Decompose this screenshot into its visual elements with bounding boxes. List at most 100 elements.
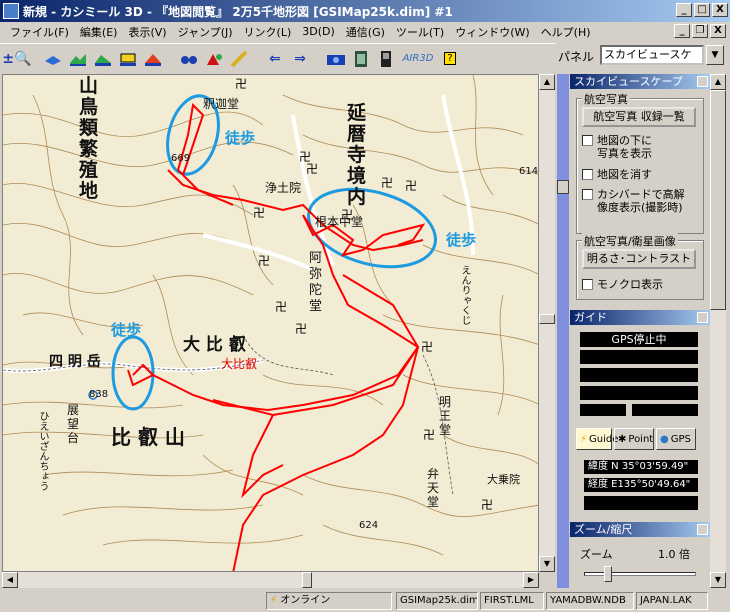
tab-point[interactable]: ✱ Point [614, 428, 654, 450]
vertical-scroll-thumb[interactable] [539, 314, 555, 324]
child-restore-button[interactable]: ❐ [692, 24, 708, 38]
tab-guide[interactable]: ⚡ Guide [576, 428, 618, 450]
map-view[interactable]: 卍 卍 卍 卍 卍 卍 卍 卍 卍 卍 卍 卍 卍 山鳥類繁殖地 延暦寺境内 釈… [2, 74, 539, 572]
menu-bar: ファイル(F) 編集(E) 表示(V) ジャンプ(J) リンク(L) 3D(D)… [0, 22, 730, 41]
forward-arrow-icon[interactable]: ⇒ [289, 48, 311, 70]
panel-splitter[interactable] [557, 74, 569, 588]
guide-display-2 [580, 368, 698, 382]
menu-view[interactable]: 表示(V) [124, 24, 173, 40]
back-arrow-icon[interactable]: ⇐ [264, 48, 286, 70]
svg-text:卍: 卍 [405, 179, 417, 193]
landmark-icon[interactable] [203, 48, 225, 70]
walking-label-2: 徒歩 [446, 231, 477, 249]
map-label-hieizan-hiragana: ひえいざんちょう [37, 411, 48, 491]
svg-text:卍: 卍 [481, 498, 493, 512]
child-minimize-button[interactable]: _ [674, 24, 690, 38]
checkbox-under-map[interactable] [582, 135, 593, 146]
check-under-map[interactable]: 地図の下に 写真を表示 [582, 134, 652, 160]
child-close-button[interactable]: X [710, 24, 726, 38]
checkbox-hide-map[interactable] [582, 169, 593, 180]
status-map-file: GSIMap25k.dim [396, 592, 478, 610]
scroll-down-icon[interactable]: ▼ [710, 572, 726, 588]
menu-3d[interactable]: 3D(D) [298, 25, 342, 38]
binoculars-icon[interactable] [178, 48, 200, 70]
panel-scrollbar[interactable]: ▲ ▼ [710, 74, 726, 588]
terrain-b-icon[interactable] [117, 48, 139, 70]
zoom-slider-thumb[interactable] [604, 566, 612, 582]
check-monochrome[interactable]: モノクロ表示 [582, 278, 663, 291]
aerial-group-title: 航空写真 [582, 91, 630, 107]
status-ndb-file: YAMADBW.NDB [546, 592, 634, 610]
menu-window[interactable]: ウィンドウ(W) [451, 24, 536, 40]
zoom-icon[interactable]: ±🔍 [2, 48, 31, 70]
check-hide-map[interactable]: 地図を消す [582, 168, 652, 181]
svg-text:卍: 卍 [253, 206, 265, 220]
map-label-shakado: 釈迦堂 [203, 97, 240, 111]
map-label-shimeigatake: 四 明 岳 [49, 354, 101, 370]
elevation-669: 669 [171, 153, 191, 164]
layer-icon[interactable] [42, 48, 64, 70]
menu-edit[interactable]: 編集(E) [76, 24, 125, 40]
coord-display-extra [584, 496, 698, 510]
chevron-down-icon[interactable]: ▼ [706, 45, 724, 65]
guide-header: ガイド [570, 310, 710, 325]
checkbox-kashibird[interactable] [582, 189, 593, 200]
tab-gps[interactable]: ● GPS [656, 428, 696, 450]
film-icon[interactable] [350, 48, 372, 70]
panel-select[interactable]: スカイビュースケ [600, 45, 704, 65]
sky-logo-icon: AIR3D [402, 53, 434, 64]
svg-text:卍: 卍 [306, 162, 318, 176]
collapse-icon[interactable] [697, 524, 708, 535]
panel-scroll-thumb[interactable] [710, 90, 726, 310]
scroll-down-icon[interactable]: ▼ [539, 556, 555, 572]
minimize-button[interactable]: _ [676, 3, 692, 17]
terrain-a-icon[interactable] [92, 48, 114, 70]
collapse-icon[interactable] [697, 312, 708, 323]
map-horizontal-scrollbar[interactable]: ◀ ▶ [2, 572, 539, 588]
maximize-button[interactable]: □ [694, 3, 710, 17]
zoom-value: 1.0 倍 [658, 548, 690, 561]
ruler-icon[interactable] [228, 48, 250, 70]
svg-text:卍: 卍 [423, 428, 435, 442]
close-button[interactable]: X [712, 3, 728, 17]
app-icon [3, 3, 19, 19]
walking-label-1: 徒歩 [225, 129, 256, 147]
splitter-handle[interactable] [557, 180, 569, 194]
scroll-left-icon[interactable]: ◀ [2, 572, 18, 588]
checkbox-monochrome[interactable] [582, 279, 593, 290]
horizontal-scroll-thumb[interactable] [302, 572, 312, 588]
elevation-624: 624 [359, 520, 379, 531]
menu-help[interactable]: ヘルプ(H) [537, 24, 598, 40]
status-online: ⚡ オンライン [266, 592, 392, 610]
camera-icon[interactable] [325, 48, 347, 70]
skyview-header: スカイビュースケープ [570, 74, 710, 89]
side-panel: スカイビュースケープ 航空写真 航空写真 収録一覧 地図の下に 写真を表示 地図… [570, 74, 710, 588]
terrain-view-icon[interactable] [67, 48, 89, 70]
help-icon[interactable]: ? [439, 48, 461, 70]
scroll-up-icon[interactable]: ▲ [710, 74, 726, 90]
map-label-daihiei: 大 比 叡 [183, 335, 246, 355]
zoom-slider-track[interactable] [584, 572, 696, 576]
collapse-icon[interactable] [697, 76, 708, 87]
walking-label-3: 徒歩 [111, 321, 142, 339]
gps-device-icon[interactable] [375, 48, 397, 70]
brightness-contrast-button[interactable]: 明るさ･コントラスト [582, 249, 696, 269]
guide-display-1 [580, 350, 698, 364]
svg-text:卍: 卍 [235, 77, 247, 91]
map-label-myoodo: 明王堂 [439, 395, 452, 437]
map-label-daihiei-red: 大比叡 [221, 357, 258, 371]
menu-file[interactable]: ファイル(F) [6, 24, 76, 40]
menu-tools[interactable]: ツール(T) [392, 24, 451, 40]
scroll-up-icon[interactable]: ▲ [539, 74, 555, 90]
guide-display-5 [632, 404, 698, 416]
menu-comm[interactable]: 通信(G) [342, 24, 392, 40]
menu-link[interactable]: リンク(L) [240, 24, 299, 40]
check-kashibird[interactable]: カシバードで高解 像度表示(撮影時) [582, 188, 685, 214]
aerial-list-button[interactable]: 航空写真 収録一覧 [582, 107, 696, 127]
terrain-c-icon[interactable] [142, 48, 164, 70]
svg-text:卍: 卍 [258, 254, 270, 268]
scroll-right-icon[interactable]: ▶ [523, 572, 539, 588]
map-label-daijoin: 大乗院 [487, 473, 520, 486]
map-vertical-scrollbar[interactable]: ▲ ▼ [539, 74, 555, 572]
menu-jump[interactable]: ジャンプ(J) [174, 24, 240, 40]
